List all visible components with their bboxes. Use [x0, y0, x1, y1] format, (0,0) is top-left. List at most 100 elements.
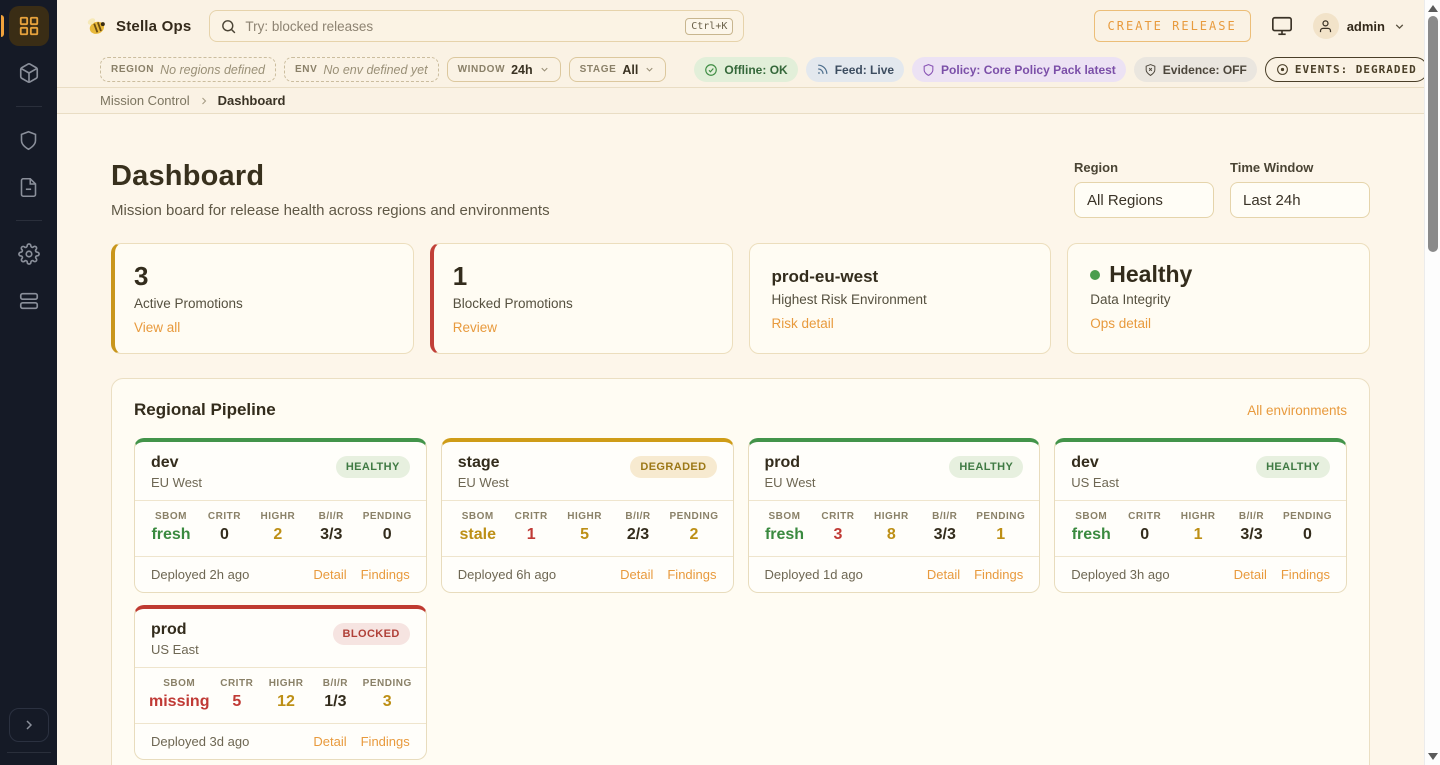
sidebar-item-settings[interactable]	[9, 234, 49, 274]
data-integrity-label: Data Integrity	[1090, 292, 1347, 307]
metric-label: SBOM	[456, 511, 500, 522]
metric-label: PENDING	[363, 511, 412, 522]
region-scope-pill[interactable]: REGION No regions defined	[100, 57, 276, 82]
env-scope-label: ENV	[295, 64, 317, 75]
review-link[interactable]: Review	[453, 320, 497, 335]
findings-link[interactable]: Findings	[361, 734, 410, 749]
brand[interactable]: Stella Ops	[85, 16, 191, 36]
metric-value: 5	[215, 693, 259, 711]
top-header: Stella Ops Ctrl+K CREATE RELEASE admin	[57, 0, 1424, 52]
env-name: dev	[1071, 454, 1119, 472]
all-environments-link[interactable]: All environments	[1247, 403, 1347, 418]
sidebar-expand-button[interactable]	[9, 708, 49, 742]
offline-status-pill: Offline: OK	[694, 57, 797, 82]
server-icon	[18, 290, 40, 312]
sidebar-item-releases[interactable]	[9, 53, 49, 93]
metric-label: B/I/R	[313, 678, 357, 689]
ops-detail-link[interactable]: Ops detail	[1090, 316, 1151, 331]
metric-label: HIGHR	[563, 511, 607, 522]
sidebar-item-infrastructure[interactable]	[9, 281, 49, 321]
detail-link[interactable]: Detail	[1234, 567, 1267, 582]
metric-label: B/I/R	[923, 511, 967, 522]
highest-risk-value: prod-eu-west	[772, 262, 1029, 287]
pipeline-grid: dev EU West HEALTHY SBOMfresh CRITR0 HIG…	[134, 438, 1347, 760]
global-search[interactable]: Ctrl+K	[209, 10, 744, 42]
status-badge: HEALTHY	[1256, 456, 1330, 478]
metric-value: 1/3	[313, 693, 357, 711]
metric-label: PENDING	[669, 511, 718, 522]
env-scope-value: No env defined yet	[323, 63, 427, 77]
metric-value: 1	[976, 526, 1025, 544]
pipeline-card-stage-eu-west: stage EU West DEGRADED SBOMstale CRITR1 …	[441, 438, 734, 593]
metric-value: 3	[816, 526, 860, 544]
active-promotions-card: 3 Active Promotions View all	[111, 243, 414, 354]
findings-link[interactable]: Findings	[1281, 567, 1330, 582]
pipeline-section-title: Regional Pipeline	[134, 400, 276, 420]
env-name: dev	[151, 454, 202, 472]
env-region: EU West	[151, 475, 202, 490]
metric-label: SBOM	[149, 678, 209, 689]
scroll-up-arrow-icon[interactable]	[1428, 5, 1438, 12]
chevron-down-icon	[539, 64, 550, 75]
window-dropdown[interactable]: WINDOW 24h	[447, 57, 561, 82]
bee-logo-icon	[85, 16, 107, 36]
monitor-icon[interactable]	[1271, 15, 1293, 37]
package-icon	[18, 62, 40, 84]
metric-value: 1	[509, 526, 553, 544]
shield-icon	[18, 130, 39, 151]
shortcut-badge: Ctrl+K	[685, 18, 733, 35]
status-badge: HEALTHY	[336, 456, 410, 478]
status-badge: DEGRADED	[630, 456, 716, 478]
search-input[interactable]	[245, 19, 677, 34]
metric-value: 1	[1176, 526, 1220, 544]
events-status-pill[interactable]: EVENTS: DEGRADED	[1265, 57, 1424, 82]
stage-dropdown[interactable]: STAGE All	[569, 57, 667, 82]
region-filter-select[interactable]: All Regions	[1074, 182, 1214, 218]
page-title: Dashboard	[111, 160, 550, 193]
region-scope-value: No regions defined	[160, 63, 265, 77]
findings-link[interactable]: Findings	[361, 567, 410, 582]
breadcrumb-parent[interactable]: Mission Control	[100, 93, 190, 108]
user-menu[interactable]: admin	[1313, 13, 1406, 39]
sidebar-item-documents[interactable]	[9, 167, 49, 207]
events-status-text: EVENTS: DEGRADED	[1295, 63, 1417, 76]
offline-status-text: Offline: OK	[724, 63, 787, 77]
metric-label: PENDING	[363, 678, 412, 689]
metric-value: 2	[669, 526, 718, 544]
scroll-down-arrow-icon[interactable]	[1428, 753, 1438, 760]
metric-label: CRITR	[816, 511, 860, 522]
metric-value: 3/3	[923, 526, 967, 544]
deployed-text: Deployed 1d ago	[765, 567, 863, 582]
env-region: US East	[1071, 475, 1119, 490]
blocked-promotions-value: 1	[453, 262, 710, 291]
metric-value: stale	[456, 526, 500, 544]
sidebar-item-security[interactable]	[9, 120, 49, 160]
detail-link[interactable]: Detail	[313, 734, 346, 749]
env-scope-pill[interactable]: ENV No env defined yet	[284, 57, 439, 82]
status-badge: BLOCKED	[333, 623, 410, 645]
risk-detail-link[interactable]: Risk detail	[772, 316, 834, 331]
metric-value: 0	[363, 526, 412, 544]
detail-link[interactable]: Detail	[620, 567, 653, 582]
active-promotions-label: Active Promotions	[134, 296, 391, 311]
metric-label: SBOM	[763, 511, 807, 522]
findings-link[interactable]: Findings	[974, 567, 1023, 582]
scrollbar-thumb[interactable]	[1428, 16, 1438, 252]
sidebar-item-dashboard[interactable]	[9, 6, 49, 46]
detail-link[interactable]: Detail	[927, 567, 960, 582]
vertical-scrollbar[interactable]	[1424, 0, 1440, 765]
time-window-filter-select[interactable]: Last 24h	[1230, 182, 1370, 218]
metric-label: SBOM	[1069, 511, 1113, 522]
create-release-button[interactable]: CREATE RELEASE	[1094, 10, 1251, 42]
detail-link[interactable]: Detail	[313, 567, 346, 582]
window-label: WINDOW	[458, 64, 505, 75]
chevron-right-icon	[21, 717, 37, 733]
env-name: stage	[458, 454, 509, 472]
findings-link[interactable]: Findings	[667, 567, 716, 582]
metric-value: 3	[363, 693, 412, 711]
env-name: prod	[151, 621, 199, 639]
status-badge: HEALTHY	[949, 456, 1023, 478]
metric-value: 5	[563, 526, 607, 544]
evidence-status-text: Evidence: OFF	[1163, 63, 1247, 77]
view-all-link[interactable]: View all	[134, 320, 180, 335]
